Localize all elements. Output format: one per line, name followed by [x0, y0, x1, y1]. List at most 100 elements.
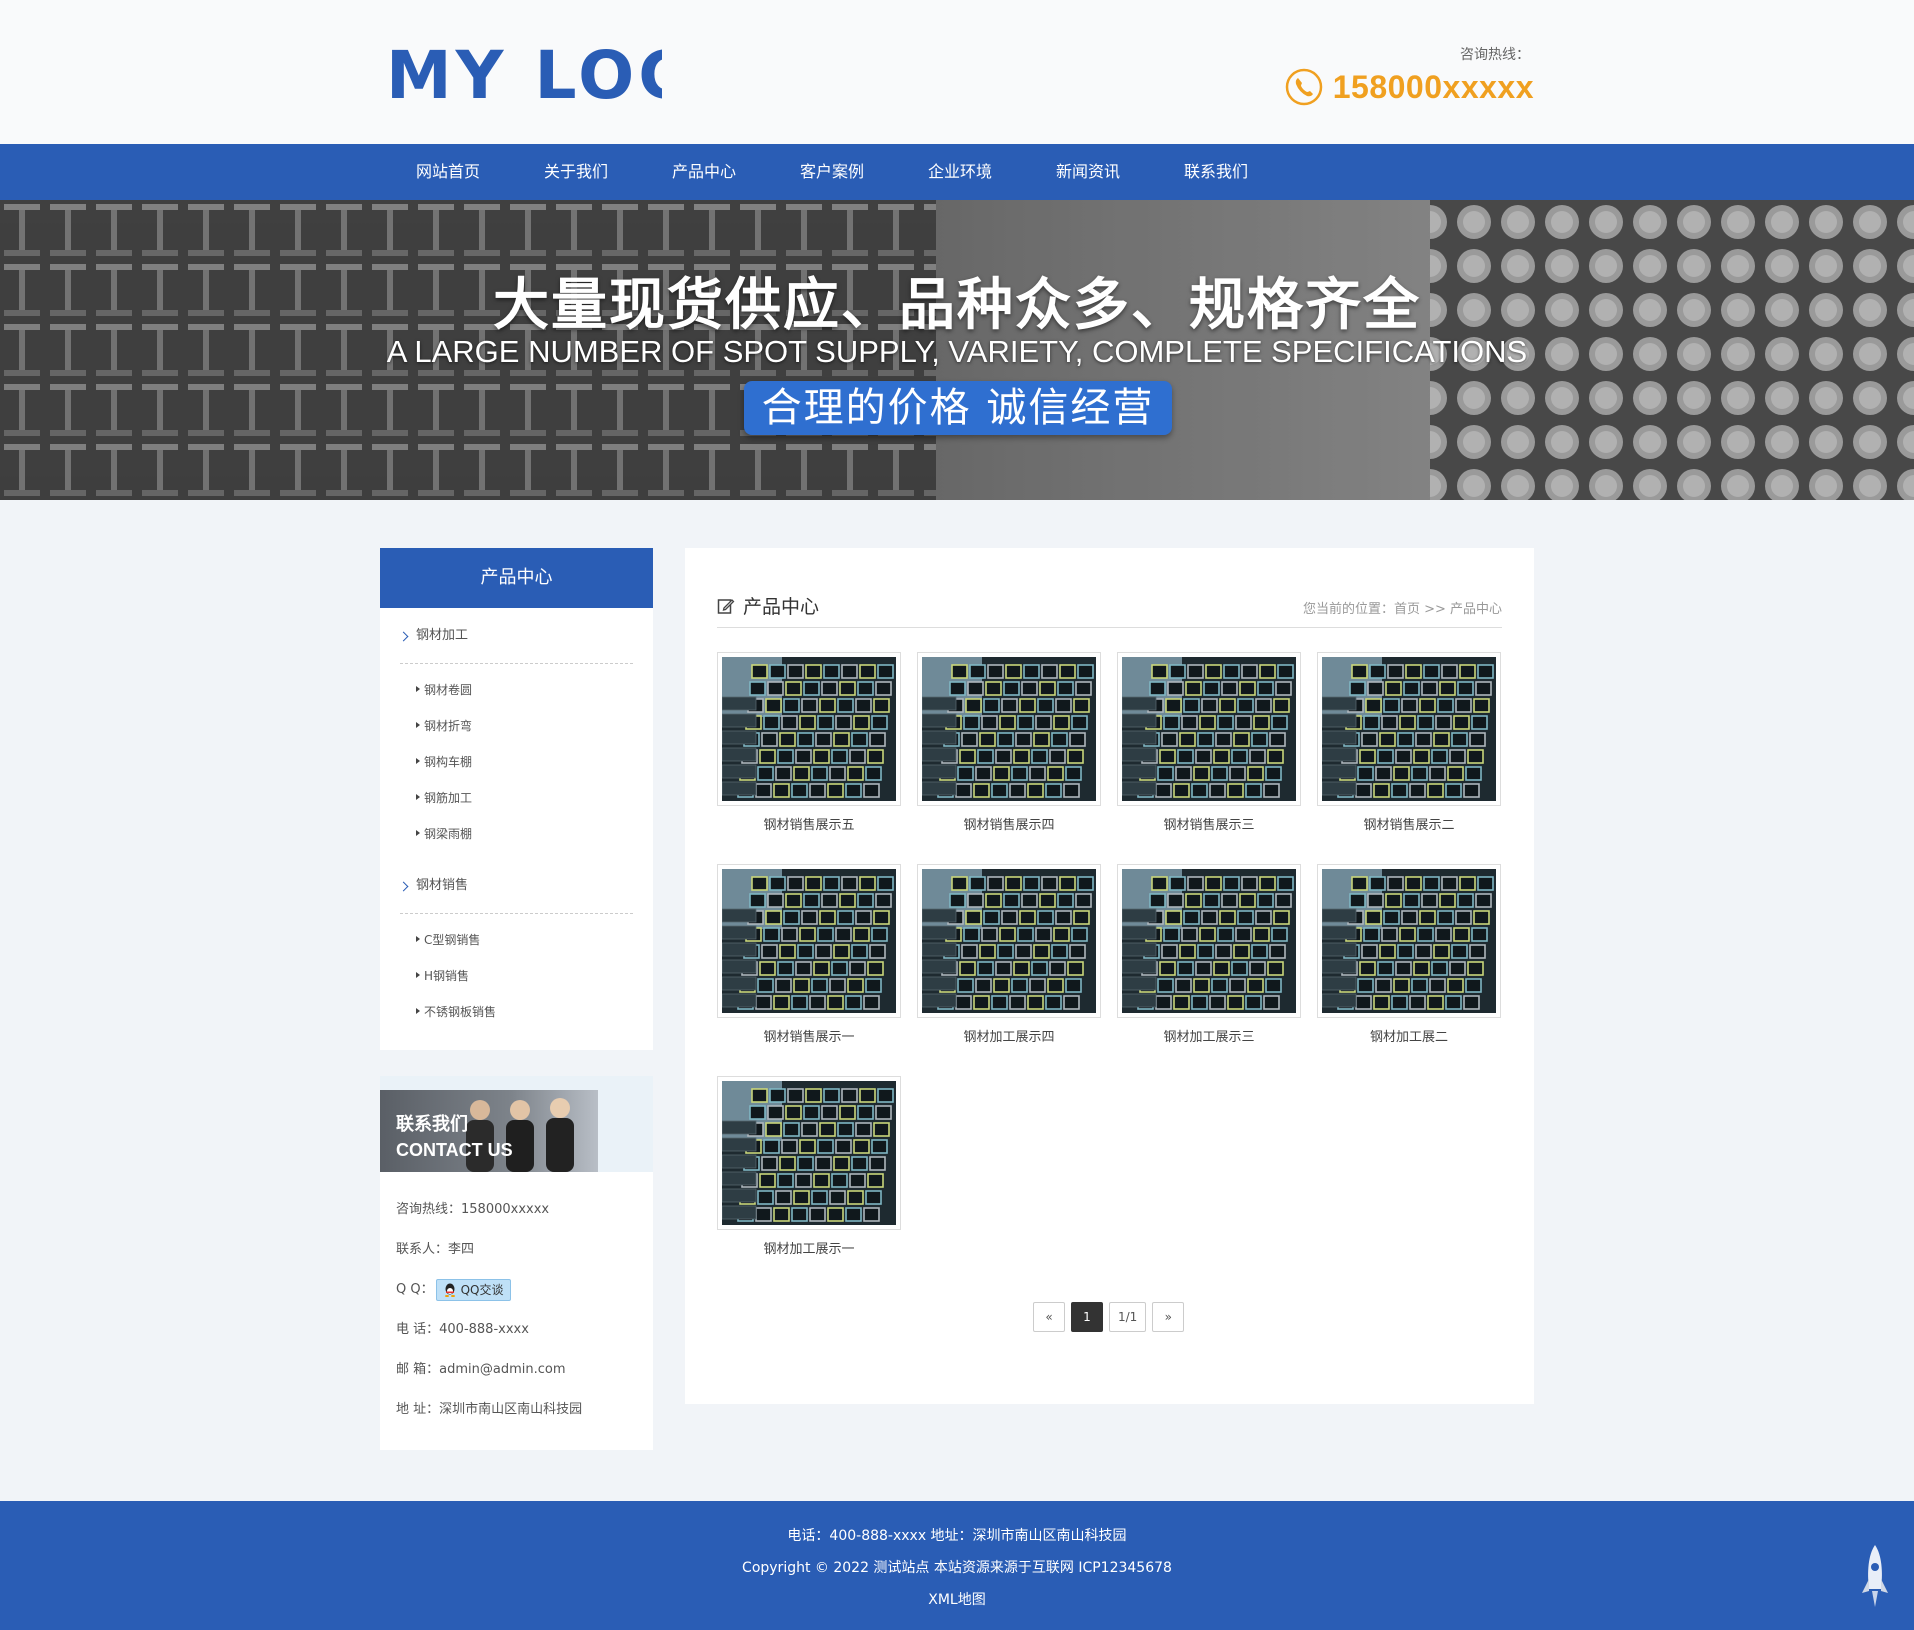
- contact-banner-image: 联系我们 CONTACT US: [380, 1090, 598, 1172]
- banner-title: 大量现货供应、品种众多、规格齐全: [493, 273, 1421, 338]
- product-thumbnail[interactable]: [1117, 652, 1301, 806]
- banner-subtitle: A LARGE NUMBER OF SPOT SUPPLY, VARIETY, …: [386, 334, 1528, 369]
- contact-title-en: CONTACT US: [396, 1140, 513, 1160]
- steel-tube-image: [1322, 657, 1496, 801]
- banner-tagline: 合理的价格 诚信经营: [744, 381, 1172, 435]
- steel-tube-image: [722, 1081, 896, 1225]
- sidebar-title: 产品中心: [380, 548, 653, 608]
- product-card[interactable]: 钢材销售展示一: [717, 864, 901, 1046]
- contact-address: 地 址：深圳市南山区南山科技园: [396, 1402, 583, 1417]
- steel-tube-image: [1322, 869, 1496, 1013]
- product-grid: 钢材销售展示五 钢材销售展示四 钢材销售展示三 钢材销售展示二 钢材销售展示一 …: [717, 652, 1507, 1258]
- subcategory-item[interactable]: 钢材折弯: [400, 708, 633, 744]
- product-card[interactable]: 钢材销售展示三: [1117, 652, 1301, 834]
- footer-sitemap-link[interactable]: XML地图: [0, 1589, 1914, 1609]
- steel-tube-image: [922, 869, 1096, 1013]
- product-thumbnail[interactable]: [1117, 864, 1301, 1018]
- pagination-prev-button[interactable]: «: [1033, 1302, 1065, 1332]
- qq-label: Q Q：: [396, 1282, 434, 1297]
- product-name[interactable]: 钢材加工展二: [1317, 1030, 1501, 1046]
- main-nav: 网站首页 关于我们 产品中心 客户案例 企业环境 新闻资讯 联系我们: [0, 144, 1914, 200]
- contact-header: 联系我们 CONTACT US: [380, 1076, 653, 1172]
- product-thumbnail[interactable]: [717, 1076, 901, 1230]
- product-name[interactable]: 钢材销售展示一: [717, 1030, 901, 1046]
- pagination-info: 1/1: [1109, 1302, 1147, 1332]
- product-card[interactable]: 钢材加工展示三: [1117, 864, 1301, 1046]
- subcategory-item[interactable]: C型钢销售: [400, 922, 633, 958]
- qq-chat-button[interactable]: QQ交谈: [435, 1279, 511, 1301]
- product-name[interactable]: 钢材销售展示四: [917, 818, 1101, 834]
- contact-email: 邮 箱：admin@admin.com: [396, 1362, 566, 1377]
- hotline-label: 咨询热线：: [1460, 47, 1530, 63]
- site-footer: 电话：400-888-xxxx 地址：深圳市南山区南山科技园 Copyright…: [0, 1501, 1914, 1630]
- contact-hotline: 咨询热线：158000xxxxx: [396, 1202, 550, 1217]
- subcategory-item[interactable]: 钢筋加工: [400, 780, 633, 816]
- steel-tube-image: [1122, 657, 1296, 801]
- pagination-next-button[interactable]: »: [1152, 1302, 1185, 1332]
- nav-item-home[interactable]: 网站首页: [384, 144, 512, 200]
- steel-tube-image: [922, 657, 1096, 801]
- product-name[interactable]: 钢材加工展示三: [1117, 1030, 1301, 1046]
- sidebar: 产品中心 钢材加工 钢材卷圆 钢材折弯 钢构车棚 钢筋加工 钢梁雨棚 钢材销售 …: [380, 548, 653, 1450]
- product-card[interactable]: 钢材加工展示一: [717, 1076, 901, 1258]
- product-name[interactable]: 钢材销售展示三: [1117, 818, 1301, 834]
- panel-title: 产品中心: [717, 592, 819, 619]
- qq-button-label: QQ交谈: [460, 1283, 504, 1297]
- footer-copyright: Copyright © 2022 测试站点 本站资源来源于互联网 ICP1234…: [742, 1560, 1172, 1576]
- product-thumbnail[interactable]: [917, 652, 1101, 806]
- footer-contact-line: 电话：400-888-xxxx 地址：深圳市南山区南山科技园: [787, 1528, 1127, 1544]
- breadcrumb[interactable]: 您当前的位置：首页 >> 产品中心: [1303, 598, 1502, 617]
- nav-item-environment[interactable]: 企业环境: [896, 144, 1024, 200]
- panel-header: 产品中心 您当前的位置：首页 >> 产品中心: [717, 592, 1502, 628]
- contact-qq: Q Q： QQ交谈: [396, 1270, 637, 1310]
- contact-title: 联系我们: [396, 1114, 468, 1135]
- steel-tube-image: [1122, 869, 1296, 1013]
- hotline-block: 咨询热线： 158000xxxxx: [1285, 44, 1534, 106]
- nav-item-news[interactable]: 新闻资讯: [1024, 144, 1152, 200]
- category-group: 钢材加工 钢材卷圆 钢材折弯 钢构车棚 钢筋加工 钢梁雨棚: [380, 608, 653, 852]
- subcategory-item[interactable]: 钢材卷圆: [400, 672, 633, 708]
- svg-text:MY LOGO: MY LOGO: [386, 40, 662, 104]
- subcategory-item[interactable]: H钢销售: [400, 958, 633, 994]
- steel-tube-image: [722, 657, 896, 801]
- product-thumbnail[interactable]: [1317, 652, 1501, 806]
- back-to-top-rocket-icon[interactable]: [1860, 1543, 1890, 1613]
- site-header: MY LOGO 咨询热线： 158000xxxxx: [0, 0, 1914, 144]
- product-thumbnail[interactable]: [917, 864, 1101, 1018]
- panel-title-text: 产品中心: [743, 596, 820, 618]
- subcategory-item[interactable]: 不锈钢板销售: [400, 994, 633, 1030]
- steel-tube-image: [722, 869, 896, 1013]
- edit-icon: [717, 598, 735, 614]
- site-logo[interactable]: MY LOGO: [386, 40, 662, 104]
- subcategory-item[interactable]: 钢梁雨棚: [400, 816, 633, 852]
- contact-person: 联系人：李四: [396, 1242, 475, 1257]
- nav-item-contact[interactable]: 联系我们: [1152, 144, 1280, 200]
- contact-phone: 电 话：400-888-xxxx: [396, 1322, 529, 1337]
- subcategory-item[interactable]: 钢构车棚: [400, 744, 633, 780]
- category-steel-processing[interactable]: 钢材加工: [400, 608, 633, 664]
- product-name[interactable]: 钢材加工展示一: [717, 1242, 901, 1258]
- product-name[interactable]: 钢材加工展示四: [917, 1030, 1101, 1046]
- product-card[interactable]: 钢材加工展二: [1317, 864, 1501, 1046]
- product-thumbnail[interactable]: [717, 652, 901, 806]
- nav-item-about[interactable]: 关于我们: [512, 144, 640, 200]
- product-thumbnail[interactable]: [717, 864, 901, 1018]
- pagination-page-current[interactable]: 1: [1071, 1302, 1103, 1332]
- pagination: « 1 1/1 »: [1033, 1302, 1185, 1332]
- product-card[interactable]: 钢材加工展示四: [917, 864, 1101, 1046]
- contact-box: 联系我们 CONTACT US 咨询热线：158000xxxxx 联系人：李四 …: [380, 1076, 653, 1450]
- nav-item-cases[interactable]: 客户案例: [768, 144, 896, 200]
- product-card[interactable]: 钢材销售展示二: [1317, 652, 1501, 834]
- product-name[interactable]: 钢材销售展示二: [1317, 818, 1501, 834]
- hero-banner: 大量现货供应、品种众多、规格齐全 A LARGE NUMBER OF SPOT …: [0, 200, 1914, 500]
- product-name[interactable]: 钢材销售展示五: [717, 818, 901, 834]
- hotline-number: 158000xxxxx: [1332, 68, 1534, 105]
- product-thumbnail[interactable]: [1317, 864, 1501, 1018]
- product-card[interactable]: 钢材销售展示五: [717, 652, 901, 834]
- product-card[interactable]: 钢材销售展示四: [917, 652, 1101, 834]
- phone-icon: [1285, 68, 1322, 106]
- product-category-box: 产品中心 钢材加工 钢材卷圆 钢材折弯 钢构车棚 钢筋加工 钢梁雨棚 钢材销售 …: [380, 548, 653, 1050]
- qq-penguin-icon: [444, 1283, 455, 1297]
- category-steel-sales[interactable]: 钢材销售: [400, 858, 633, 914]
- nav-item-products[interactable]: 产品中心: [640, 144, 768, 200]
